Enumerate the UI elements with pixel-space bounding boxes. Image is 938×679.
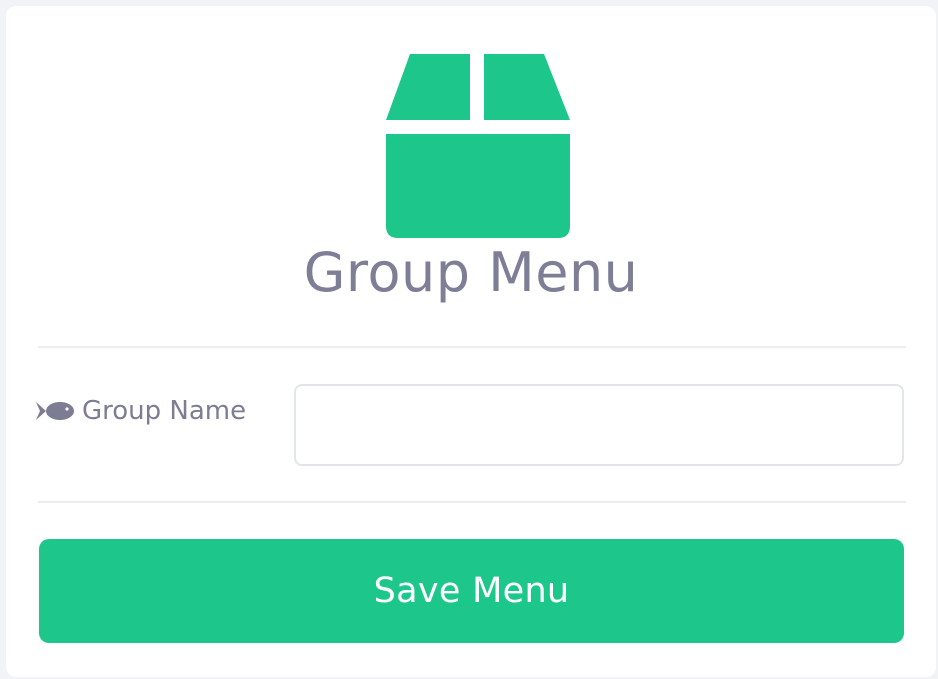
page-title: Group Menu — [303, 241, 639, 304]
divider — [38, 501, 906, 503]
divider — [38, 346, 906, 348]
fish-icon — [36, 402, 74, 420]
group-menu-card: Group Menu Group Name Save Menu — [6, 6, 936, 677]
group-name-label-text: Group Name — [82, 396, 247, 426]
group-name-label: Group Name — [36, 394, 246, 428]
group-name-input[interactable] — [294, 384, 904, 466]
box-icon — [386, 54, 570, 238]
save-menu-button[interactable]: Save Menu — [39, 539, 904, 643]
